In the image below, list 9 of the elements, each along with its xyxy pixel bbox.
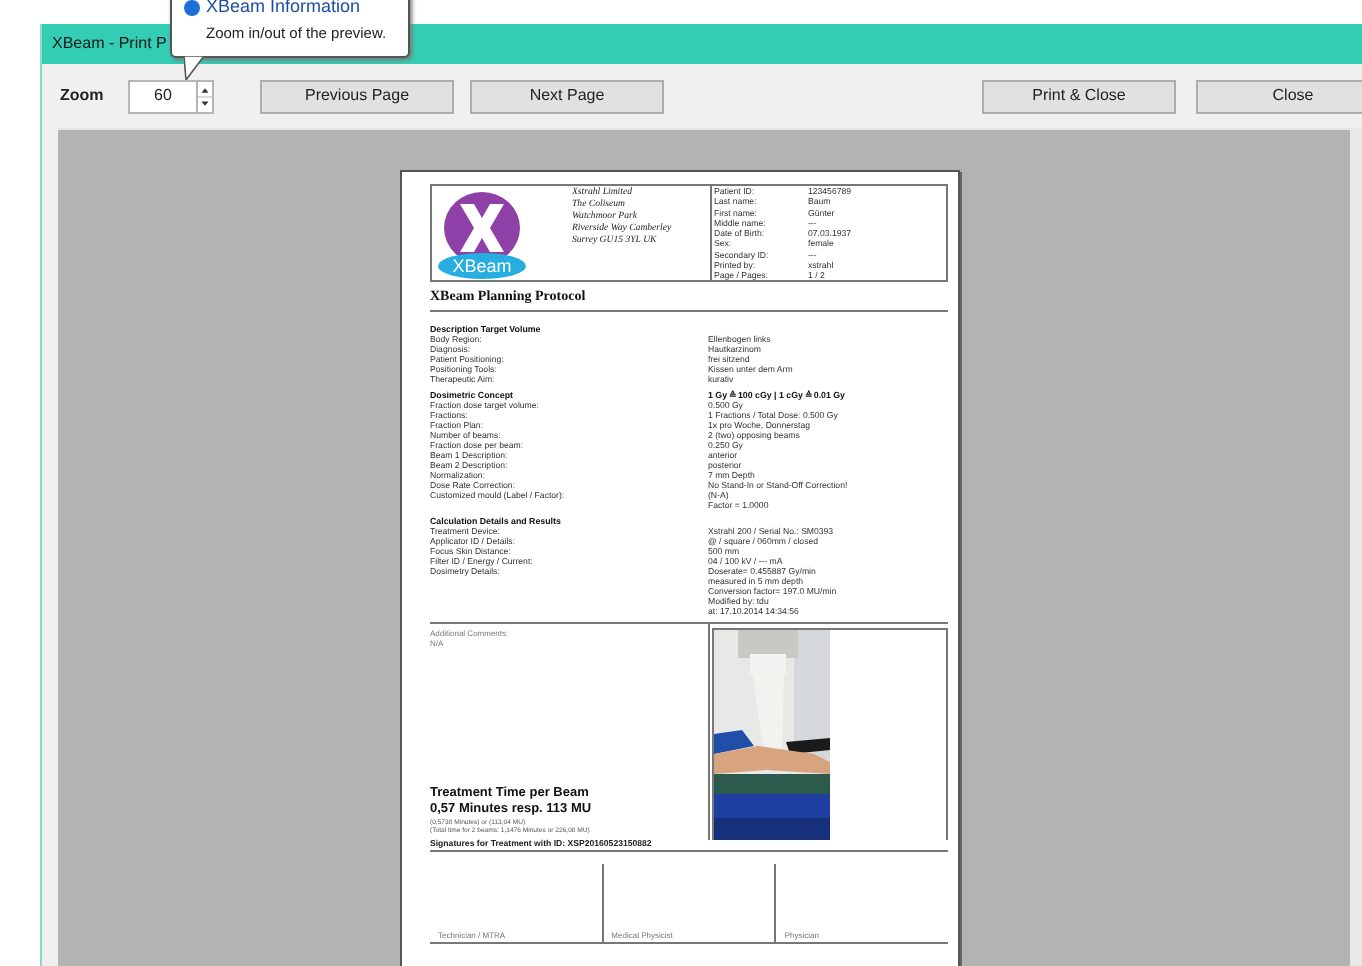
spinner-arrows-icon[interactable] — [196, 81, 212, 111]
window-title: XBeam - Print P — [52, 32, 167, 56]
info-icon — [184, 0, 200, 15]
page-nav-button[interactable]: Previous Page — [260, 79, 454, 113]
action-button[interactable]: Print & Close — [982, 79, 1176, 113]
page-nav-button[interactable]: Next Page — [470, 79, 664, 113]
action-button[interactable]: Close — [1196, 79, 1362, 113]
zoom-label: Zoom — [60, 84, 106, 108]
logo: XBeam — [434, 188, 530, 280]
